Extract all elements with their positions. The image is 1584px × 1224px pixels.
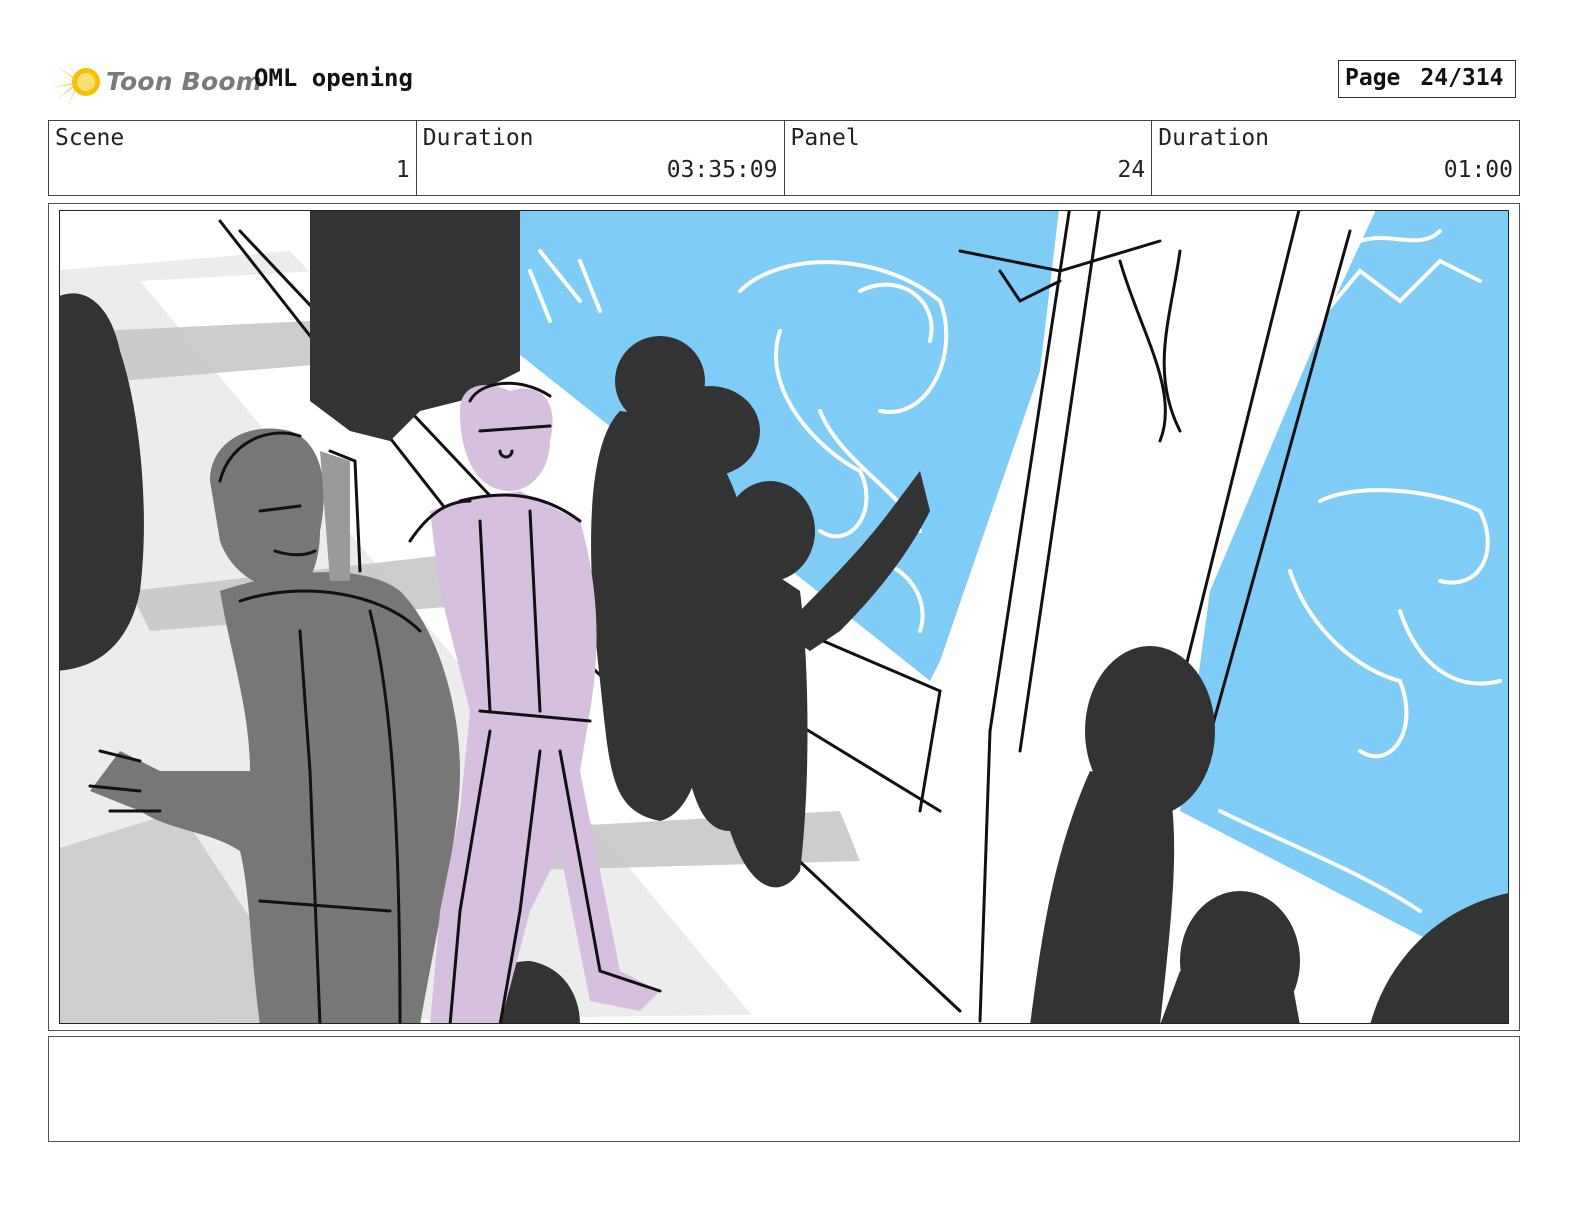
- panel-notes: [48, 1036, 1520, 1142]
- page-value: 24/314: [1420, 65, 1504, 91]
- panel-info-row: Scene 1 Duration 03:35:09 Panel 24 Durat…: [48, 120, 1520, 196]
- panel-drawing: [59, 210, 1509, 1024]
- panel-duration-cell: Duration 01:00: [1152, 121, 1519, 195]
- scene-value: 1: [395, 157, 410, 183]
- scene-duration-value: 03:35:09: [666, 157, 778, 183]
- scene-duration-cell: Duration 03:35:09: [417, 121, 785, 195]
- billboard-right: [1180, 211, 1508, 968]
- panel-cell: Panel 24: [785, 121, 1153, 195]
- scene-label: Scene: [55, 125, 125, 151]
- logo-text: Toon Boom: [106, 67, 262, 96]
- storyboard-sketch: [60, 211, 1508, 1023]
- panel-duration-label: Duration: [1158, 125, 1270, 151]
- page-indicator: Page 24/314: [1338, 60, 1516, 98]
- panel-value: 24: [1117, 157, 1146, 183]
- starburst-logo-icon: [52, 58, 100, 106]
- panel-label: Panel: [790, 125, 860, 151]
- page-label: Page: [1345, 65, 1401, 91]
- toon-boom-logo: Toon Boom: [52, 58, 262, 106]
- scene-cell: Scene 1: [49, 121, 417, 195]
- panel-duration-value: 01:00: [1443, 157, 1513, 183]
- project-title: OML opening: [254, 64, 413, 92]
- storyboard-header: Toon Boom OML opening Page 24/314: [48, 52, 1520, 108]
- scene-duration-label: Duration: [422, 125, 534, 151]
- panel-frame: [48, 203, 1520, 1031]
